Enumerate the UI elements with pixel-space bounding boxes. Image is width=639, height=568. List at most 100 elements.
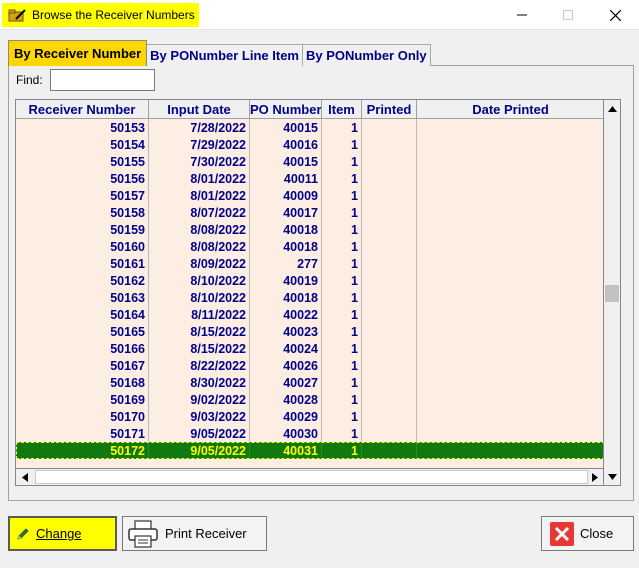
print-receiver-button[interactable]: Print Receiver	[122, 516, 267, 551]
table-row[interactable]: 50163 8/10/2022 40018 1	[16, 289, 603, 306]
table-row[interactable]: 50153 7/28/2022 40015 1	[16, 119, 603, 136]
table-cell: 1	[322, 187, 362, 204]
table-cell	[362, 357, 417, 374]
table-cell	[362, 289, 417, 306]
close-button[interactable]: Close	[541, 516, 634, 551]
table-row[interactable]: 50171 9/05/2022 40030 1	[16, 425, 603, 442]
table-cell: 50162	[16, 272, 149, 289]
vertical-scrollbar[interactable]	[604, 99, 621, 469]
table-row[interactable]: 50158 8/07/2022 40017 1	[16, 204, 603, 221]
table-cell: 1	[322, 255, 362, 272]
table-cell: 9/03/2022	[149, 408, 250, 425]
table-row[interactable]: 50161 8/09/2022 277 1	[16, 255, 603, 272]
table-cell: 50171	[16, 425, 149, 442]
vertical-scroll-thumb[interactable]	[605, 285, 619, 302]
column-header-input-date[interactable]: Input Date	[149, 100, 250, 119]
table-cell	[417, 391, 603, 408]
table-cell: 1	[322, 306, 362, 323]
table-row-selected[interactable]: 50172 9/05/2022 40031 1	[16, 442, 603, 459]
table-cell: 9/02/2022	[149, 391, 250, 408]
table-cell	[362, 221, 417, 238]
table-cell	[362, 187, 417, 204]
printer-icon	[127, 519, 159, 548]
minimize-icon	[517, 10, 527, 20]
column-header-date-printed[interactable]: Date Printed	[417, 100, 603, 119]
tab-strip: By Receiver Number By PONumber Line Item…	[8, 40, 431, 66]
table-row[interactable]: 50162 8/10/2022 40019 1	[16, 272, 603, 289]
tab-by-ponumber-line-item[interactable]: By PONumber Line Item	[146, 44, 303, 66]
table-cell: 7/30/2022	[149, 153, 250, 170]
column-header-receiver-number[interactable]: Receiver Number	[16, 100, 149, 119]
close-button-label: Close	[580, 526, 614, 541]
table-cell: 40018	[250, 221, 322, 238]
table-cell	[417, 136, 603, 153]
close-x-icon	[550, 521, 574, 546]
table-cell: 8/09/2022	[149, 255, 250, 272]
scroll-left-icon[interactable]	[16, 469, 33, 485]
table-cell	[417, 408, 603, 425]
table-cell: 40024	[250, 340, 322, 357]
table-cell: 40018	[250, 289, 322, 306]
table-row[interactable]: 50165 8/15/2022 40023 1	[16, 323, 603, 340]
maximize-button[interactable]	[545, 0, 591, 30]
table-cell	[417, 425, 603, 442]
table-row[interactable]: 50169 9/02/2022 40028 1	[16, 391, 603, 408]
table-row[interactable]: 50157 8/01/2022 40009 1	[16, 187, 603, 204]
horizontal-scroll-thumb[interactable]	[35, 470, 588, 484]
scroll-right-icon[interactable]	[586, 469, 603, 485]
receiver-grid[interactable]: Receiver Number Input Date PO Number Ite…	[15, 99, 604, 469]
window-close-button[interactable]	[592, 0, 638, 30]
table-row[interactable]: 50160 8/08/2022 40018 1	[16, 238, 603, 255]
table-cell: 50153	[16, 119, 149, 136]
find-input[interactable]	[50, 69, 155, 91]
scroll-down-icon[interactable]	[604, 469, 621, 486]
table-row[interactable]: 50159 8/08/2022 40018 1	[16, 221, 603, 238]
table-row[interactable]: 50167 8/22/2022 40026 1	[16, 357, 603, 374]
table-cell: 1	[322, 323, 362, 340]
table-cell	[362, 238, 417, 255]
minimize-button[interactable]	[499, 0, 545, 30]
table-cell	[362, 204, 417, 221]
table-cell	[417, 374, 603, 391]
table-cell: 40015	[250, 119, 322, 136]
table-cell: 50156	[16, 170, 149, 187]
table-row[interactable]: 50154 7/29/2022 40016 1	[16, 136, 603, 153]
table-cell	[417, 289, 603, 306]
table-cell: 50169	[16, 391, 149, 408]
table-cell: 40027	[250, 374, 322, 391]
column-header-item[interactable]: Item	[322, 100, 362, 119]
table-cell	[417, 204, 603, 221]
table-cell: 50157	[16, 187, 149, 204]
find-label: Find:	[16, 73, 43, 87]
table-cell: 50166	[16, 340, 149, 357]
table-cell: 8/01/2022	[149, 170, 250, 187]
table-cell: 50155	[16, 153, 149, 170]
scroll-up-icon[interactable]	[604, 100, 620, 117]
table-row[interactable]: 50168 8/30/2022 40027 1	[16, 374, 603, 391]
table-row[interactable]: 50170 9/03/2022 40029 1	[16, 408, 603, 425]
column-header-printed[interactable]: Printed	[362, 100, 417, 119]
horizontal-scrollbar[interactable]	[15, 469, 604, 486]
grid-body: 50153 7/28/2022 40015 1 50154 7/29/2022 40016 1…	[16, 119, 603, 459]
table-row[interactable]: 50164 8/11/2022 40022 1	[16, 306, 603, 323]
table-cell: 1	[322, 289, 362, 306]
table-row[interactable]: 50156 8/01/2022 40011 1	[16, 170, 603, 187]
table-cell: 1	[322, 408, 362, 425]
table-row[interactable]: 50166 8/15/2022 40024 1	[16, 340, 603, 357]
table-row[interactable]: 50155 7/30/2022 40015 1	[16, 153, 603, 170]
tab-by-receiver-number[interactable]: By Receiver Number	[8, 40, 148, 66]
table-cell	[362, 391, 417, 408]
table-cell: 50163	[16, 289, 149, 306]
tab-by-ponumber-only[interactable]: By PONumber Only	[301, 44, 431, 66]
table-cell: 40026	[250, 357, 322, 374]
table-cell	[362, 340, 417, 357]
table-cell: 9/05/2022	[149, 425, 250, 442]
column-header-po-number[interactable]: PO Number	[250, 100, 322, 119]
change-button[interactable]: Change	[8, 516, 117, 551]
table-cell: 1	[322, 238, 362, 255]
table-cell: 1	[322, 221, 362, 238]
table-cell	[362, 374, 417, 391]
table-cell: 8/15/2022	[149, 323, 250, 340]
table-cell	[362, 136, 417, 153]
table-cell: 1	[322, 272, 362, 289]
